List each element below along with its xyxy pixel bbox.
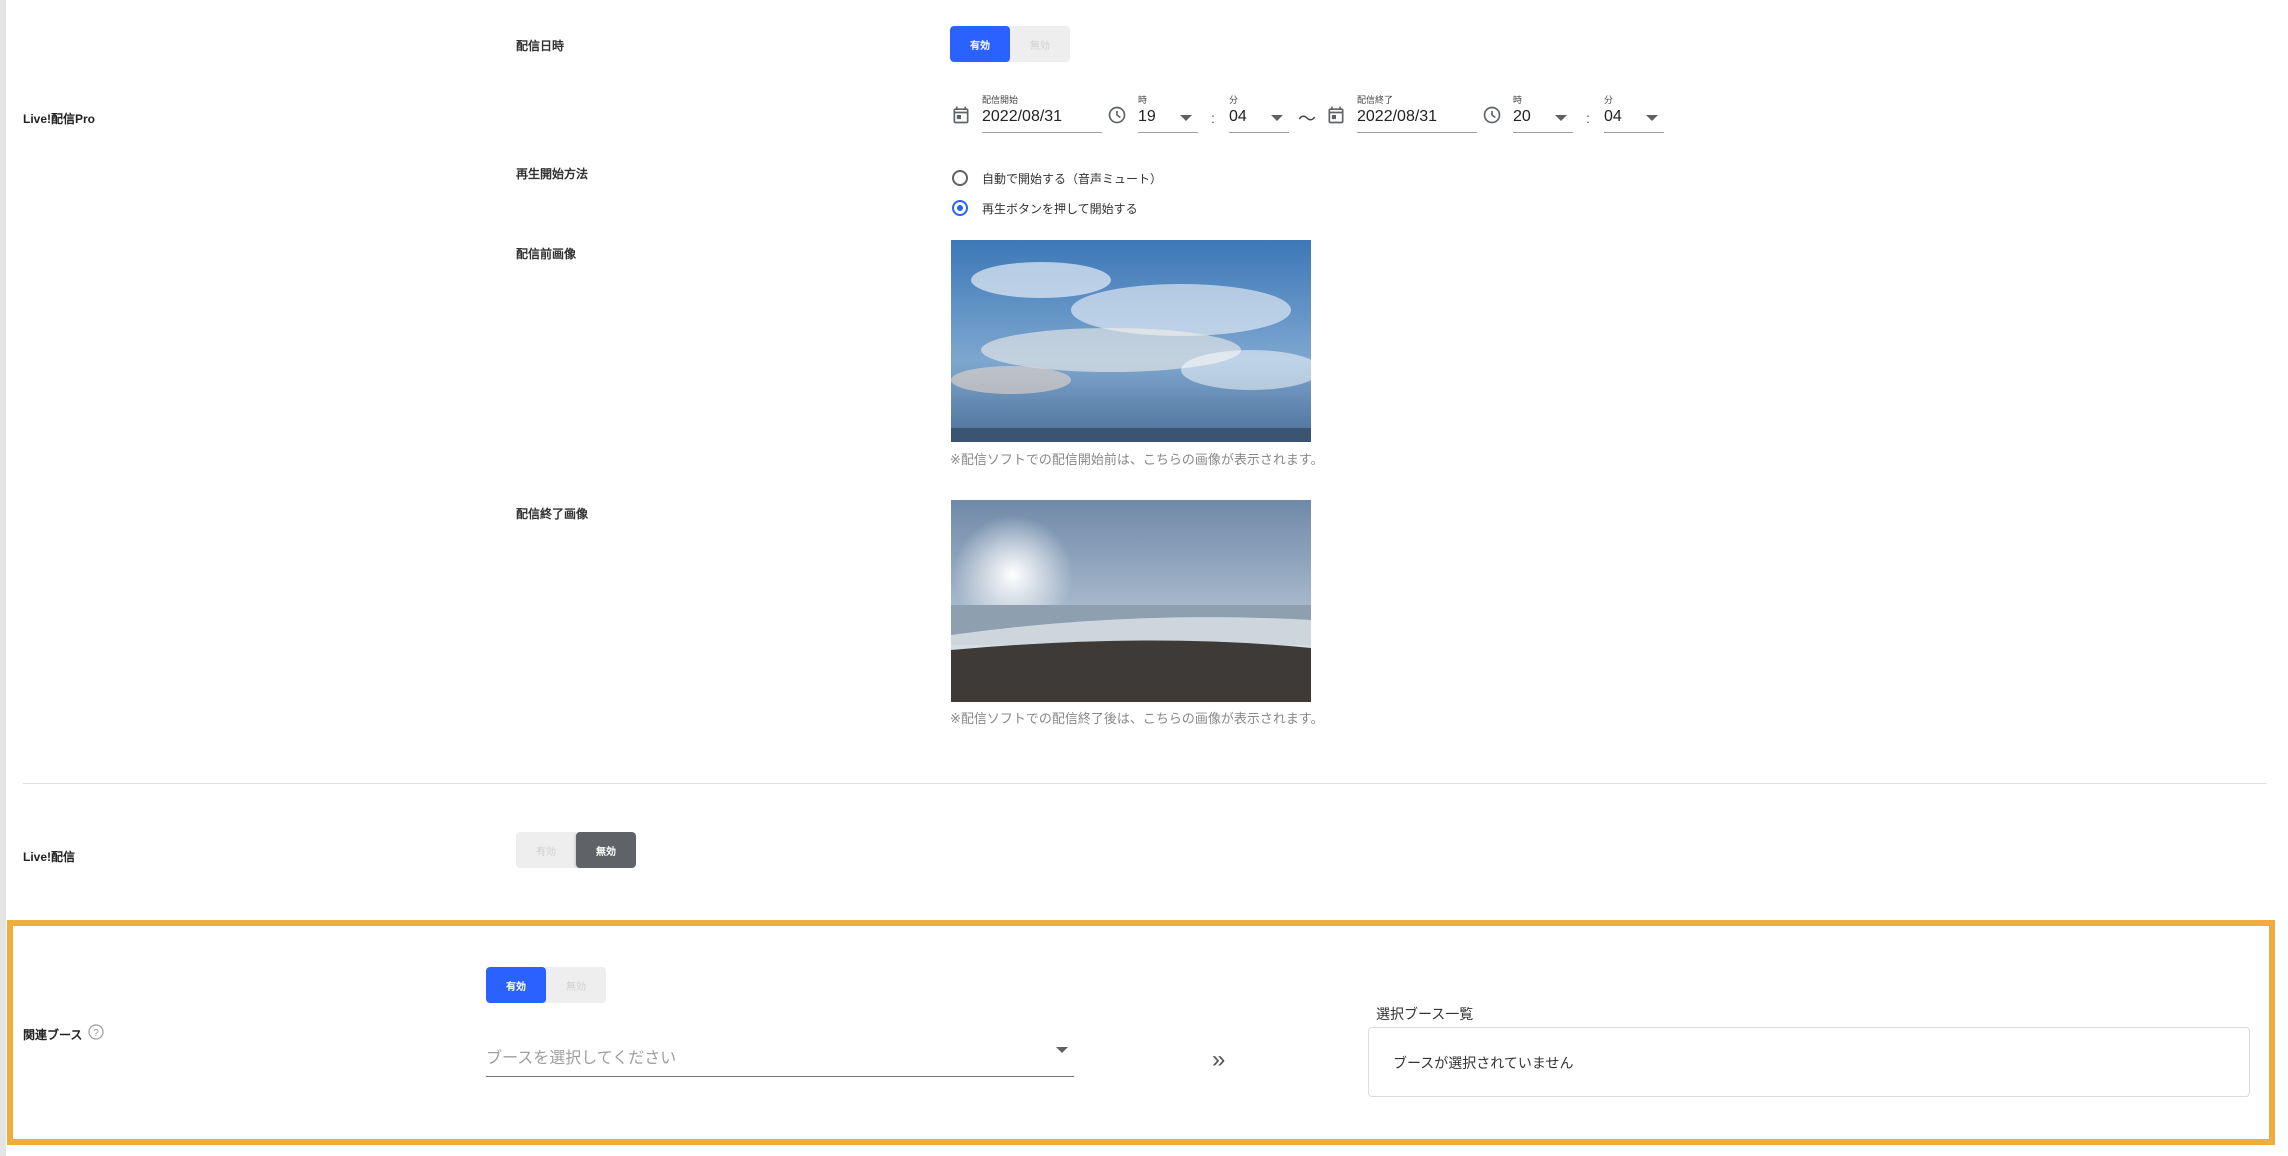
post-image-note: ※配信ソフトでの配信終了後は、こちらの画像が表示されます。 (950, 711, 1324, 726)
calendar-icon[interactable] (951, 105, 971, 125)
help-icon[interactable]: ? (88, 1024, 104, 1040)
related-booth-label: 関連ブース (23, 1028, 83, 1042)
end-date-underline (1357, 132, 1477, 133)
start-date-label: 配信開始 (982, 95, 1019, 105)
chevron-down-icon[interactable] (1555, 115, 1567, 121)
toggle-off-button[interactable]: 無効 (576, 832, 636, 868)
chevron-down-icon[interactable] (1646, 115, 1658, 121)
start-date-underline (982, 132, 1102, 133)
radio-manual-start[interactable] (952, 200, 968, 216)
end-minute-select[interactable]: 04 (1604, 108, 1622, 126)
chevron-down-icon[interactable] (1271, 115, 1283, 121)
pre-image-label: 配信前画像 (516, 247, 577, 261)
booth-select-underline (486, 1076, 1074, 1077)
end-date-input[interactable]: 2022/08/31 (1357, 108, 1437, 126)
toggle-off-button[interactable]: 無効 (1010, 26, 1070, 62)
toggle-on-button[interactable]: 有効 (950, 26, 1010, 62)
selected-booth-title: 選択ブース一覧 (1376, 1006, 1474, 1022)
start-minute-label: 分 (1229, 95, 1239, 105)
section-label-live-pro: Live!配信Pro (23, 112, 96, 126)
chevron-down-icon[interactable] (1180, 115, 1192, 121)
section-label-live: Live!配信 (23, 850, 76, 864)
pre-image-note: ※配信ソフトでの配信開始前は、こちらの画像が表示されます。 (950, 452, 1324, 467)
end-hour-underline (1513, 132, 1573, 133)
time-colon: : (1211, 110, 1215, 126)
radio-auto-start-label[interactable]: 自動で開始する（音声ミュート） (982, 170, 1162, 187)
start-hour-select[interactable]: 19 (1138, 108, 1156, 126)
related-booth-toggle[interactable]: 有効 無効 (486, 967, 606, 1003)
end-hour-label: 時 (1513, 95, 1523, 105)
svg-text:?: ? (93, 1028, 99, 1039)
post-image-label: 配信終了画像 (516, 507, 589, 521)
move-right-icon[interactable]: » (1212, 1048, 1225, 1072)
end-minute-label: 分 (1604, 95, 1614, 105)
toggle-off-button[interactable]: 無効 (546, 967, 606, 1003)
selected-booth-empty-text: ブースが選択されていません (1393, 1055, 1574, 1071)
pre-stream-image[interactable] (951, 240, 1321, 442)
post-stream-image[interactable] (951, 500, 1311, 702)
start-date-input[interactable]: 2022/08/31 (982, 108, 1062, 126)
end-hour-select[interactable]: 20 (1513, 108, 1531, 126)
stream-datetime-toggle[interactable]: 有効 無効 (950, 26, 1070, 62)
clock-icon[interactable] (1482, 105, 1502, 125)
start-hour-label: 時 (1138, 95, 1148, 105)
start-minute-underline (1229, 132, 1289, 133)
booth-select[interactable]: ブースを選択してください (486, 1044, 676, 1068)
radio-auto-start[interactable] (952, 170, 968, 186)
chevron-down-icon[interactable] (1056, 1047, 1068, 1053)
radio-manual-start-label[interactable]: 再生ボタンを押して開始する (982, 200, 1138, 217)
left-edge (0, 0, 6, 1156)
playback-method-label: 再生開始方法 (516, 167, 589, 181)
start-hour-underline (1138, 132, 1198, 133)
start-minute-select[interactable]: 04 (1229, 108, 1247, 126)
end-minute-underline (1604, 132, 1664, 133)
stream-datetime-label: 配信日時 (516, 39, 565, 53)
end-date-label: 配信終了 (1357, 95, 1394, 105)
live-toggle[interactable]: 有効 無効 (516, 832, 636, 868)
range-tilde: 〜 (1298, 109, 1316, 129)
toggle-on-button[interactable]: 有効 (516, 832, 576, 868)
time-colon: : (1586, 110, 1590, 126)
calendar-icon[interactable] (1326, 105, 1346, 125)
clock-icon[interactable] (1107, 105, 1127, 125)
toggle-on-button[interactable]: 有効 (486, 967, 546, 1003)
section-divider (23, 783, 2267, 784)
